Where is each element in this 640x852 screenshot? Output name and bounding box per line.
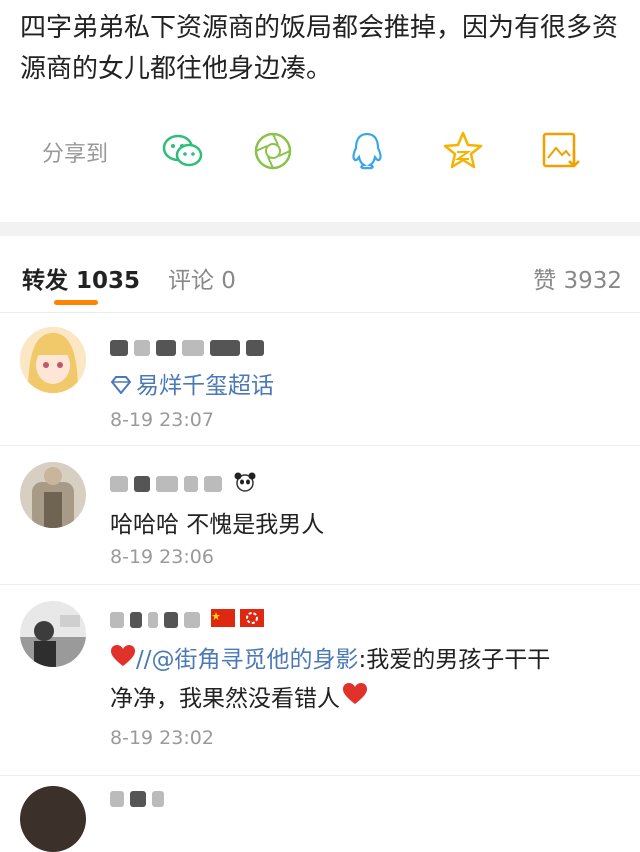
section-divider [0,222,640,236]
tab-like[interactable]: 赞 3932 [533,261,622,295]
username-masked[interactable] [110,609,265,631]
red-heart-icon [342,680,368,718]
moments-icon[interactable] [250,128,296,174]
panda-emoji-icon [233,472,257,496]
hong-kong-flag-icon [240,609,265,631]
avatar[interactable] [20,601,86,667]
avatar[interactable] [20,462,86,528]
username-masked[interactable] [110,337,270,359]
supertopic-link[interactable]: 易烊千玺超话 [110,367,274,406]
diamond-icon [110,368,132,406]
list-item[interactable] [0,776,640,852]
timestamp: 8-19 23:02 [110,727,214,749]
qzone-icon[interactable] [440,128,486,174]
mention-link[interactable]: @街角寻觅他的身影 [152,647,359,673]
active-tab-indicator [54,300,98,305]
tab-comment[interactable]: 评论 0 [168,261,236,295]
post-text: 四字弟弟私下资源商的饭局都会推掉，因为有很多资源商的女儿都往他身边凑。 [20,13,619,84]
repost-content: 哈哈哈 不愧是我男人 [110,512,325,538]
timestamp: 8-19 23:07 [110,409,214,431]
qq-icon[interactable] [344,128,390,174]
save-image-icon[interactable] [538,128,584,174]
timestamp: 8-19 23:06 [110,546,214,568]
share-bar: 分享到 [0,118,640,182]
username-masked[interactable] [110,472,257,494]
repost-text-line1: :我爱的男孩子干干 [358,647,551,673]
wechat-icon[interactable] [160,128,206,174]
red-heart-icon [110,642,136,680]
list-item[interactable]: //@街角寻觅他的身影:我爱的男孩子干干 净净，我果然没看错人 8-19 23:… [0,585,640,776]
share-label: 分享到 [42,142,109,167]
repost-text-line2: 净净，我果然没看错人 [110,685,340,712]
avatar[interactable] [20,327,86,393]
repost-content: //@街角寻觅他的身影:我爱的男孩子干干 净净，我果然没看错人 [110,641,630,718]
list-item[interactable]: 易烊千玺超话 8-19 23:07 [0,313,640,446]
supertopic-label[interactable]: 易烊千玺超话 [136,373,274,399]
repost-prefix: // [136,647,152,673]
username-masked[interactable] [110,788,170,810]
list-item[interactable]: 哈哈哈 不愧是我男人 8-19 23:06 [0,446,640,585]
china-flag-icon [211,609,236,631]
tab-repost[interactable]: 转发 1035 [22,261,140,295]
interaction-tabs: 转发 1035 评论 0 赞 3932 [0,236,640,313]
